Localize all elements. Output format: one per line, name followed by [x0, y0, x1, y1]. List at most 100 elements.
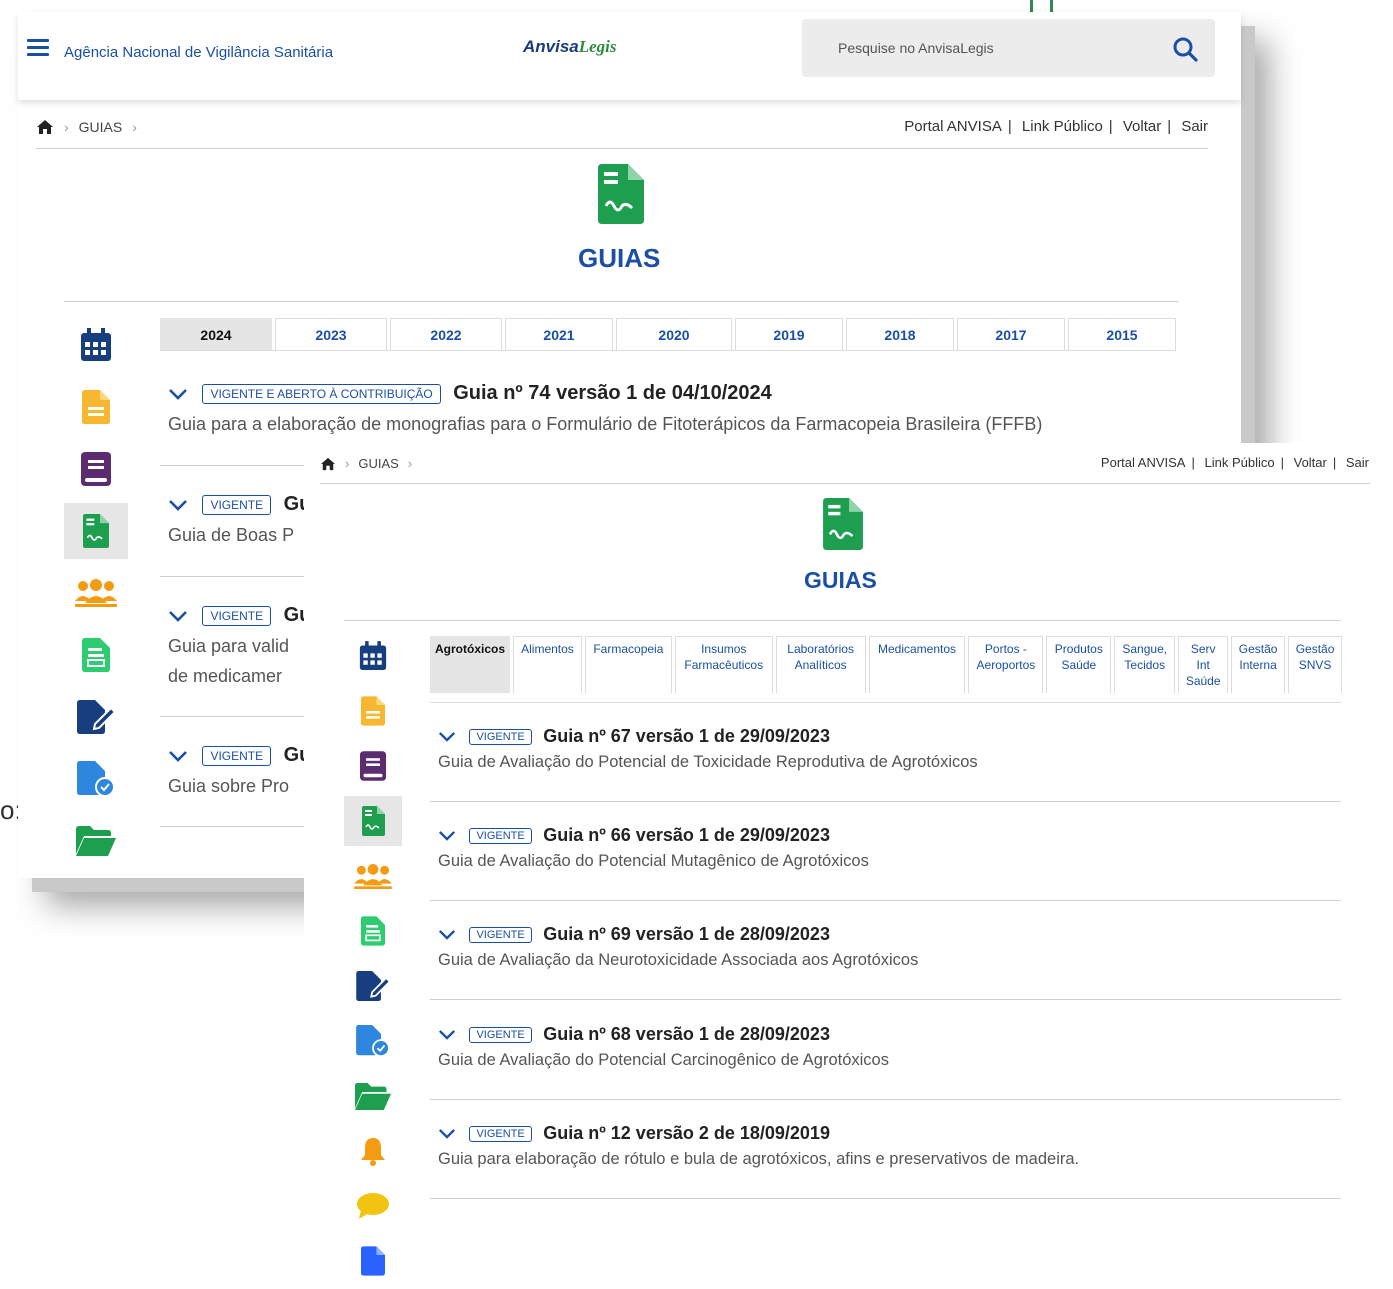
- sidebar-item-calendar[interactable]: [64, 317, 128, 373]
- breadcrumb-item[interactable]: GUIAS: [358, 456, 398, 471]
- logo-anvisa: Anvisa: [523, 37, 579, 56]
- tab-alimentos[interactable]: Alimentos: [513, 636, 582, 693]
- tab-sangue-tecidos[interactable]: Sangue, Tecidos: [1114, 636, 1176, 693]
- home-icon[interactable]: [320, 457, 336, 471]
- tab-insumos-farmaceuticos[interactable]: Insumos Farmacêuticos: [674, 636, 773, 693]
- guide-title[interactable]: Guia nº 69 versão 1 de 28/09/2023: [543, 924, 830, 944]
- sidebar-item-guides[interactable]: [64, 503, 128, 559]
- guide-title[interactable]: Guia nº 12 versão 2 de 18/09/2019: [543, 1123, 830, 1143]
- chevron-down-icon[interactable]: [438, 1028, 456, 1041]
- guide-title[interactable]: Guia nº 66 versão 1 de 29/09/2023: [543, 825, 830, 845]
- tab-year-2015[interactable]: 2015: [1068, 318, 1176, 350]
- tab-year-2019[interactable]: 2019: [735, 318, 843, 350]
- search-input[interactable]: [838, 37, 1158, 59]
- sidebar-item-approved[interactable]: [64, 751, 128, 807]
- logo[interactable]: AnvisaLegis: [523, 37, 617, 57]
- tab-gestao-snvs[interactable]: Gestão SNVS: [1288, 636, 1343, 693]
- tab-portos-aeroportos[interactable]: Portos - Aeroportos: [968, 636, 1044, 693]
- book-icon: [360, 751, 386, 781]
- list-item: VIGENTE Guia nº 66 versão 1 de 29/09/202…: [438, 825, 869, 871]
- sidebar-item-book[interactable]: [64, 441, 128, 497]
- chevron-down-icon[interactable]: [438, 829, 456, 842]
- sidebar-item-calendar[interactable]: [344, 631, 402, 681]
- sidebar-item-notifications[interactable]: [344, 1126, 402, 1176]
- sidebar-item-book[interactable]: [344, 741, 402, 791]
- chevron-right-icon: ›: [132, 119, 137, 135]
- link-publico-link[interactable]: Link Público: [1204, 455, 1274, 470]
- sidebar-item-messages[interactable]: [344, 1181, 402, 1231]
- tab-medicamentos[interactable]: Medicamentos: [868, 636, 966, 693]
- tab-year-2020[interactable]: 2020: [616, 318, 732, 350]
- chevron-down-icon[interactable]: [168, 387, 188, 401]
- sair-link[interactable]: Sair: [1181, 118, 1208, 135]
- divider: [430, 1198, 1341, 1199]
- breadcrumb-item[interactable]: GUIAS: [79, 119, 123, 135]
- link-publico-link[interactable]: Link Público: [1022, 118, 1103, 135]
- sidebar-item-edit[interactable]: [64, 689, 128, 745]
- sidebar-item-edit[interactable]: [344, 961, 402, 1011]
- sidebar-item-document[interactable]: [64, 379, 128, 435]
- sidebar-item-guides[interactable]: [344, 796, 402, 846]
- divider: [430, 702, 1341, 703]
- sidebar: [64, 317, 130, 875]
- sidebar-item-folder[interactable]: [344, 1071, 402, 1121]
- home-icon[interactable]: [36, 119, 54, 135]
- guide-title[interactable]: Guia nº 67 versão 1 de 29/09/2023: [543, 726, 830, 746]
- book-icon: [81, 452, 111, 486]
- status-badge: VIGENTE: [202, 605, 272, 626]
- tab-farmacopeia[interactable]: Farmacopeia: [584, 636, 672, 693]
- top-links: Portal ANVISA | Link Público | Voltar | Sai…: [904, 118, 1208, 135]
- search-icon[interactable]: [1172, 36, 1198, 62]
- sidebar-item-form[interactable]: [344, 906, 402, 956]
- calendar-icon: [359, 641, 387, 670]
- sair-link[interactable]: Sair: [1346, 455, 1369, 470]
- tab-agrotoxicos[interactable]: Agrotóxicos: [430, 636, 510, 693]
- approved-file-icon: [356, 1025, 390, 1057]
- guide-title[interactable]: Guia nº 74 versão 1 de 04/10/2024: [453, 382, 772, 404]
- guide-description: Guia para valid: [168, 636, 290, 656]
- portal-anvisa-link[interactable]: Portal ANVISA: [1101, 455, 1186, 470]
- status-badge: VIGENTE: [469, 1026, 532, 1043]
- chevron-right-icon: ›: [345, 456, 350, 471]
- header-bar: Agência Nacional de Vigilância Sanitária…: [18, 12, 1241, 100]
- tab-year-2017[interactable]: 2017: [957, 318, 1065, 350]
- page-title: GUIAS: [804, 567, 877, 593]
- edit-file-icon: [356, 971, 390, 1001]
- menu-icon[interactable]: [27, 39, 49, 57]
- sidebar-item-file[interactable]: [344, 1236, 402, 1286]
- guide-description: Guia para a elaboração de monografias pa…: [168, 414, 1043, 434]
- tab-year-2021[interactable]: 2021: [505, 318, 613, 350]
- status-badge: VIGENTE: [469, 1125, 532, 1142]
- chevron-down-icon[interactable]: [438, 928, 456, 941]
- agency-name[interactable]: Agência Nacional de Vigilância Sanitária: [64, 44, 333, 61]
- tab-produtos-saude[interactable]: Produtos Saúde: [1046, 636, 1112, 693]
- tab-gestao-interna[interactable]: Gestão Interna: [1231, 636, 1286, 693]
- sidebar-item-form[interactable]: [64, 627, 128, 683]
- tab-year-2018[interactable]: 2018: [846, 318, 954, 350]
- sidebar-item-folder[interactable]: [64, 813, 128, 869]
- sidebar-item-people[interactable]: [344, 851, 402, 901]
- tab-year-2022[interactable]: 2022: [390, 318, 502, 350]
- portal-anvisa-link[interactable]: Portal ANVISA: [904, 118, 1002, 135]
- voltar-link[interactable]: Voltar: [1294, 455, 1327, 470]
- list-item: VIGENTE Gu Guia sobre Pro: [168, 744, 311, 801]
- chevron-down-icon[interactable]: [168, 609, 188, 623]
- tab-laboratorios-analiticos[interactable]: Laboratórios Analíticos: [775, 636, 866, 693]
- status-badge: VIGENTE: [202, 494, 272, 515]
- chevron-down-icon[interactable]: [168, 498, 188, 512]
- category-tabs: Agrotóxicos Alimentos Farmacopeia Insumo…: [430, 636, 1343, 693]
- status-badge: VIGENTE: [469, 728, 532, 745]
- chevron-down-icon[interactable]: [438, 730, 456, 743]
- sidebar-item-document[interactable]: [344, 686, 402, 736]
- tab-serv-int-saude[interactable]: Serv Int Saúde: [1178, 636, 1229, 693]
- tab-year-2024[interactable]: 2024: [160, 318, 272, 350]
- sidebar-item-approved[interactable]: [344, 1016, 402, 1066]
- chevron-down-icon[interactable]: [438, 1127, 456, 1140]
- guide-title[interactable]: Guia nº 68 versão 1 de 28/09/2023: [543, 1024, 830, 1044]
- chevron-down-icon[interactable]: [168, 749, 188, 763]
- voltar-link[interactable]: Voltar: [1123, 118, 1161, 135]
- sidebar-item-people[interactable]: [64, 565, 128, 621]
- background-line: [1030, 0, 1033, 12]
- year-tabs: 2024 2023 2022 2021 2020 2019 2018 2017 …: [160, 318, 1176, 351]
- tab-year-2023[interactable]: 2023: [275, 318, 387, 350]
